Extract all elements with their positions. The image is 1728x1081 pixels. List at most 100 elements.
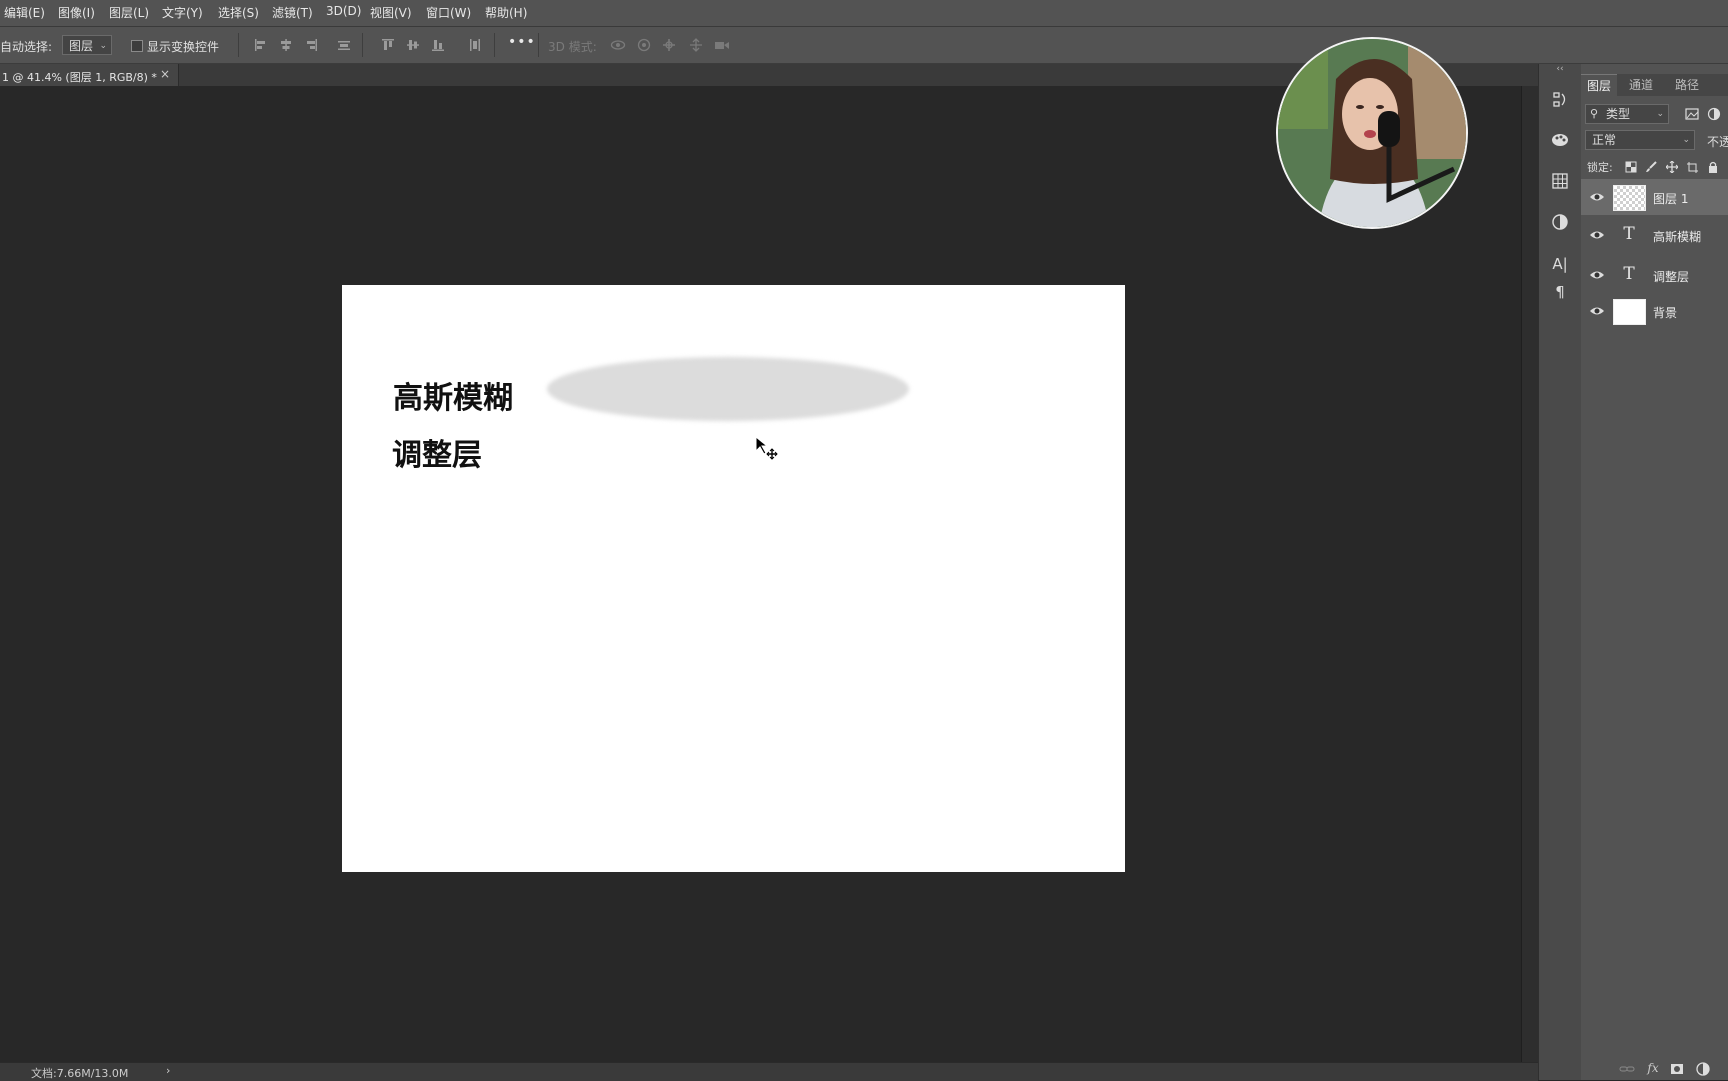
align-middle-v-icon[interactable] — [406, 38, 420, 52]
auto-select-dropdown[interactable]: 图层 ⌄ — [62, 35, 112, 55]
layer-thumbnail — [1613, 299, 1646, 325]
link-layers-icon[interactable] — [1619, 1061, 1635, 1077]
tab-layers[interactable]: 图层 — [1581, 74, 1618, 97]
auto-select-value: 图层 — [69, 39, 94, 53]
separator — [362, 33, 363, 57]
color-palette-icon[interactable] — [1550, 130, 1570, 150]
3d-roll-icon[interactable] — [637, 38, 651, 52]
doc-text-adjustment-layer: 调整层 — [392, 438, 482, 473]
menu-select[interactable]: 选择(S) — [218, 4, 259, 21]
status-arrow-icon[interactable]: › — [166, 1064, 170, 1077]
show-transform-label: 显示变换控件 — [147, 40, 220, 54]
menu-bar: 编辑(E) 图像(I) 图层(L) 文字(Y) 选择(S) 滤镜(T) 3D(D… — [0, 0, 1728, 27]
menu-type[interactable]: 文字(Y) — [162, 4, 203, 21]
character-icon[interactable]: A| — [1550, 254, 1570, 274]
menu-view[interactable]: 视图(V) — [370, 4, 412, 21]
adjustment-filter-icon[interactable] — [1707, 106, 1721, 121]
layer-name: 背景 — [1653, 306, 1678, 320]
layer-row[interactable]: T 高斯模糊 — [1581, 217, 1728, 253]
menu-edit[interactable]: 编辑(E) — [4, 4, 45, 21]
eye-icon[interactable] — [1589, 267, 1605, 283]
distribute-icon[interactable] — [337, 38, 351, 52]
lock-all-icon[interactable] — [1707, 158, 1719, 173]
align-top-icon[interactable] — [381, 38, 395, 52]
move-cursor-icon — [755, 435, 779, 460]
menu-layer[interactable]: 图层(L) — [109, 4, 149, 21]
eye-icon[interactable] — [1589, 303, 1605, 319]
3d-slide-icon[interactable] — [689, 38, 703, 52]
text-layer-icon: T — [1623, 224, 1635, 244]
layer-mask-icon[interactable] — [1669, 1061, 1685, 1077]
3d-pan-icon[interactable] — [662, 38, 676, 52]
layer-filter-value: 类型 — [1606, 107, 1631, 121]
separator — [494, 33, 495, 57]
separator — [538, 33, 539, 57]
panel-icon-strip: ‹‹ A| ¶ — [1538, 64, 1582, 1080]
separator — [238, 33, 239, 57]
layers-panel-footer: fx — [1581, 1058, 1728, 1080]
3d-camera-icon[interactable] — [714, 38, 729, 52]
tab-channels[interactable]: 通道 — [1623, 74, 1659, 96]
layers-panel: 图层 通道 路径 ⚲ 类型 ⌄ 正常 ⌄ 不透 锁定: 图层 1 T 高斯模糊 … — [1581, 64, 1728, 1080]
options-bar: 自动选择: 图层 ⌄ 显示变换控件 ••• 3D 模式: — [0, 27, 1728, 64]
lock-move-icon[interactable] — [1665, 158, 1679, 174]
tab-paths[interactable]: 路径 — [1669, 74, 1705, 96]
doc-text-gaussian-blur: 高斯模糊 — [393, 381, 513, 416]
menu-3d[interactable]: 3D(D) — [326, 4, 361, 18]
lock-transparent-icon[interactable] — [1625, 158, 1637, 173]
document-canvas[interactable]: 高斯模糊 调整层 — [342, 285, 1125, 872]
menu-image[interactable]: 图像(I) — [58, 4, 95, 21]
align-center-h-icon[interactable] — [279, 38, 293, 52]
eye-icon[interactable] — [1589, 189, 1605, 205]
opacity-label: 不透 — [1707, 135, 1728, 149]
menu-filter[interactable]: 滤镜(T) — [272, 4, 313, 21]
chevron-down-icon: ⌄ — [1682, 135, 1690, 145]
search-icon: ⚲ — [1590, 107, 1599, 120]
align-left-icon[interactable] — [254, 38, 268, 52]
history-icon[interactable] — [1550, 90, 1570, 110]
align-right-icon[interactable] — [304, 38, 318, 52]
layer-filter-dropdown[interactable]: ⚲ 类型 ⌄ — [1585, 104, 1669, 124]
presenter-video-image — [1278, 39, 1466, 227]
3d-orbit-icon[interactable] — [610, 38, 626, 52]
new-adjustment-icon[interactable] — [1695, 1061, 1711, 1077]
layer-row[interactable]: 背景 — [1581, 293, 1728, 329]
align-bottom-icon[interactable] — [431, 38, 445, 52]
adjustments-icon[interactable] — [1550, 212, 1570, 232]
doc-size-readout[interactable]: 文档:7.66M/13.0M — [31, 1065, 128, 1081]
layer-name: 图层 1 — [1653, 192, 1689, 206]
layer-name: 调整层 — [1653, 270, 1690, 284]
menu-help[interactable]: 帮助(H) — [485, 4, 527, 21]
blend-mode-value: 正常 — [1592, 133, 1617, 147]
3d-mode-label: 3D 模式: — [548, 40, 597, 54]
lock-label: 锁定: — [1587, 161, 1613, 174]
chevron-down-icon: ⌄ — [99, 41, 107, 51]
layer-row[interactable]: 图层 1 — [1581, 179, 1728, 215]
layer-name: 高斯模糊 — [1653, 230, 1702, 244]
swatches-grid-icon[interactable] — [1550, 171, 1570, 191]
more-options-button[interactable]: ••• — [508, 34, 536, 50]
vertical-scrollbar[interactable] — [1521, 86, 1539, 1062]
lock-artboard-icon[interactable] — [1686, 158, 1698, 173]
fx-button[interactable]: fx — [1645, 1061, 1661, 1077]
document-tab[interactable]: 1 @ 41.4% (图层 1, RGB/8) * × — [0, 64, 179, 86]
auto-select-label: 自动选择: — [0, 40, 53, 54]
collapse-icon[interactable]: ‹‹ — [1550, 64, 1570, 74]
blend-mode-dropdown[interactable]: 正常 ⌄ — [1585, 130, 1695, 150]
paragraph-icon[interactable]: ¶ — [1550, 282, 1570, 302]
chevron-down-icon: ⌄ — [1656, 109, 1664, 119]
layer-row[interactable]: T 调整层 — [1581, 257, 1728, 293]
distribute-v-icon[interactable] — [468, 38, 482, 52]
show-transform-checkbox[interactable] — [131, 40, 143, 52]
eye-icon[interactable] — [1589, 227, 1605, 243]
menu-window[interactable]: 窗口(W) — [426, 4, 471, 21]
blurred-ellipse-shape — [547, 357, 909, 421]
document-tab-title: 1 @ 41.4% (图层 1, RGB/8) * — [2, 71, 157, 84]
text-layer-icon: T — [1623, 264, 1635, 284]
status-bar: 文档:7.66M/13.0M › — [0, 1062, 1538, 1081]
layer-thumbnail — [1613, 185, 1646, 211]
lock-paint-brush-icon[interactable] — [1645, 158, 1657, 172]
close-icon[interactable]: × — [160, 67, 170, 81]
webcam-overlay — [1276, 37, 1468, 229]
image-filter-icon[interactable] — [1685, 106, 1699, 120]
